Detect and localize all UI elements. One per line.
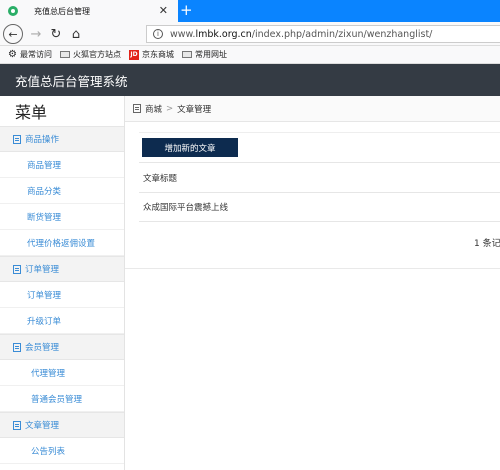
folder-icon xyxy=(181,51,192,58)
breadcrumb-separator: > xyxy=(166,103,174,114)
jd-logo-icon: JD xyxy=(128,49,139,60)
gear-icon: ⚙ xyxy=(8,49,17,60)
sidebar: 菜单 商品操作 商品管理 商品分类 断货管理 代理价格返佣设置 订单管理 订单管… xyxy=(0,96,125,470)
menu-title: 菜单 xyxy=(15,103,48,122)
menu-item-out-of-stock[interactable]: 断货管理 xyxy=(0,204,124,230)
menu-item-agent-manage[interactable]: 代理管理 xyxy=(0,360,124,386)
document-icon xyxy=(13,420,21,430)
reload-icon[interactable]: ↻ xyxy=(46,24,66,44)
url-text: www.lmbk.org.cn/index.php/admin/zixun/we… xyxy=(170,28,433,40)
menu-item-order-manage[interactable]: 订单管理 xyxy=(0,282,124,308)
table-header-title: 文章标题 xyxy=(139,162,500,192)
table-row[interactable]: 众成国际平台震撼上线 xyxy=(139,192,500,222)
close-tab-icon[interactable]: ✕ xyxy=(159,4,168,17)
document-icon xyxy=(13,134,21,144)
arrow-left-icon[interactable]: ← xyxy=(3,24,23,44)
main-content: 商城 > 文章管理 增加新的文章 文章标题 众成国际平台震撼上线 1 条记录 xyxy=(125,96,500,470)
bookmarks-bar: ⚙ 最常访问 火狐官方站点 JD 京东商城 常用网址 xyxy=(0,46,500,64)
menu-item-product-category[interactable]: 商品分类 xyxy=(0,178,124,204)
menu-item-announcements[interactable]: 公告列表 xyxy=(0,438,124,464)
wechat-favicon-icon xyxy=(8,6,18,16)
bookmark-jd[interactable]: JD 京东商城 xyxy=(128,49,174,60)
menu-item-member-manage[interactable]: 普通会员管理 xyxy=(0,386,124,412)
app-title: 充值总后台管理系统 xyxy=(15,73,128,89)
menu-item-product-manage[interactable]: 商品管理 xyxy=(0,152,124,178)
breadcrumb-current: 文章管理 xyxy=(177,104,212,115)
browser-navbar: ← → ↻ ⌂ i www.lmbk.org.cn/index.php/admi… xyxy=(0,22,500,46)
info-icon[interactable]: i xyxy=(153,29,163,39)
document-icon xyxy=(13,342,21,352)
app-header: 充值总后台管理系统 xyxy=(0,64,500,96)
menu-group-members[interactable]: 会员管理 xyxy=(0,334,124,360)
pagination-info: 1 条记录 xyxy=(474,239,500,249)
browser-tab[interactable]: 充值总后台管理 ✕ xyxy=(0,0,178,22)
bookmark-firefox[interactable]: 火狐官方站点 xyxy=(59,49,121,60)
article-list-panel: 增加新的文章 文章标题 众成国际平台震撼上线 xyxy=(139,132,500,318)
document-icon xyxy=(133,104,141,113)
bookmark-most-visited[interactable]: ⚙ 最常访问 xyxy=(8,49,52,60)
url-bar[interactable]: i www.lmbk.org.cn/index.php/admin/zixun/… xyxy=(146,25,500,43)
menu-item-upgrade-order[interactable]: 升级订单 xyxy=(0,308,124,334)
bookmark-common[interactable]: 常用网址 xyxy=(181,49,227,60)
add-article-button[interactable]: 增加新的文章 xyxy=(142,138,238,157)
breadcrumb: 商城 > 文章管理 xyxy=(125,96,500,122)
browser-tabstrip: 充值总后台管理 ✕ + xyxy=(0,0,500,22)
divider xyxy=(125,268,500,269)
home-icon[interactable]: ⌂ xyxy=(66,24,86,44)
arrow-right-icon[interactable]: → xyxy=(26,24,46,44)
menu-group-orders[interactable]: 订单管理 xyxy=(0,256,124,282)
menu-group-products[interactable]: 商品操作 xyxy=(0,126,124,152)
article-title[interactable]: 众成国际平台震撼上线 xyxy=(143,201,228,213)
new-tab-icon[interactable]: + xyxy=(180,1,193,19)
breadcrumb-home[interactable]: 商城 xyxy=(145,103,162,115)
tab-title: 充值总后台管理 xyxy=(34,6,90,16)
menu-group-articles[interactable]: 文章管理 xyxy=(0,412,124,438)
document-icon xyxy=(13,264,21,274)
folder-icon xyxy=(59,51,70,58)
menu-item-agent-price[interactable]: 代理价格返佣设置 xyxy=(0,230,124,256)
